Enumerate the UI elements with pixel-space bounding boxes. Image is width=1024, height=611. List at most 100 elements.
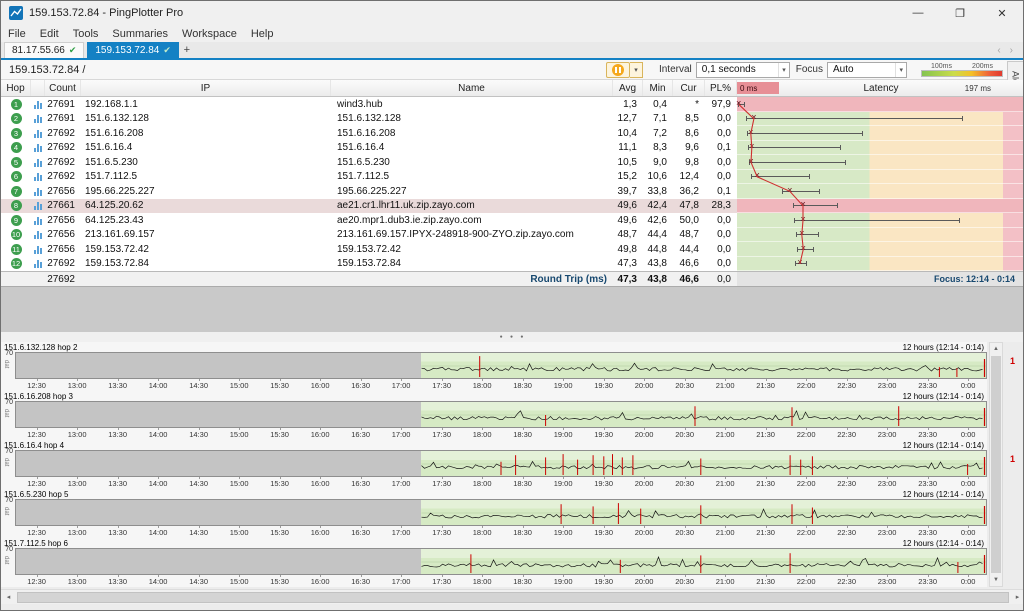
cur-cell: 8,5 <box>673 113 705 124</box>
time-label: 13:00 <box>68 528 87 537</box>
time-label: 20:30 <box>675 430 694 439</box>
scroll-up-icon[interactable]: ▲ <box>990 343 1002 355</box>
hop-row-5[interactable]: 527692151.6.5.230151.6.5.23010,59,09,80,… <box>1 155 1024 170</box>
tab-scroll-left-icon[interactable]: ‹ <box>997 45 1000 56</box>
col-header-cur[interactable]: Cur <box>673 80 705 96</box>
latency-avg-marker: ✕ <box>751 115 757 122</box>
min-cell: 9,0 <box>643 157 673 168</box>
time-label: 17:00 <box>392 381 411 390</box>
col-header-pl[interactable]: PL% <box>705 80 737 96</box>
hop-row-9[interactable]: 92765664.125.23.43ae20.mpr1.dub3.ie.zip.… <box>1 213 1024 228</box>
splitter-handle[interactable]: ● ● ● <box>1 332 1024 342</box>
new-tab-button[interactable]: + <box>179 42 195 58</box>
time-label: 16:30 <box>351 528 370 537</box>
timeline-time-axis: 12:3013:0013:3014:0014:3015:0015:3016:00… <box>15 575 987 586</box>
col-header-ip[interactable]: IP <box>81 80 331 96</box>
horizontal-scrollbar[interactable]: ◂ ▸ <box>1 589 1024 604</box>
tab-scroll-right-icon[interactable]: › <box>1010 45 1013 56</box>
menu-tools[interactable]: Tools <box>66 28 106 40</box>
cur-cell: 44,4 <box>673 244 705 255</box>
time-label: 14:00 <box>149 528 168 537</box>
menu-edit[interactable]: Edit <box>33 28 66 40</box>
scroll-right-icon[interactable]: ▸ <box>1010 593 1024 601</box>
min-cell: 8,3 <box>643 142 673 153</box>
tab-label: 159.153.72.84 <box>95 45 159 56</box>
hop-row-6[interactable]: 627692151.7.112.5151.7.112.515,210,612,4… <box>1 170 1024 185</box>
menu-workspace[interactable]: Workspace <box>175 28 244 40</box>
timeline-plot[interactable] <box>15 548 987 575</box>
col-header-name[interactable]: Name <box>331 80 613 96</box>
menu-summaries[interactable]: Summaries <box>105 28 175 40</box>
trace-table-body: 127691192.168.1.1wind3.hub1,30,4*97,9✕22… <box>1 97 1024 271</box>
timeline-toggle-cell[interactable] <box>31 129 45 138</box>
hop-row-3[interactable]: 327692151.6.16.208151.6.16.20810,47,28,6… <box>1 126 1024 141</box>
timeline-toggle-cell[interactable] <box>31 259 45 268</box>
hop-row-11[interactable]: 1127656159.153.72.42159.153.72.4249,844,… <box>1 242 1024 257</box>
timeline-plot[interactable] <box>15 401 987 428</box>
timeline-graph-header: 151.7.112.5 hop 612 hours (12:14 - 0:14) <box>1 538 987 548</box>
timeline-graph-3: 151.6.16.208 hop 312 hours (12:14 - 0:14… <box>1 391 987 440</box>
round-trip-summary-row[interactable]: 27692 Round Trip (ms) 47,3 43,8 46,6 0,0… <box>1 271 1024 286</box>
hop-number-badge: 11 <box>11 244 22 255</box>
hop-row-1[interactable]: 127691192.168.1.1wind3.hub1,30,4*97,9✕ <box>1 97 1024 112</box>
time-label: 14:30 <box>189 430 208 439</box>
timeline-toggle-cell[interactable] <box>31 143 45 152</box>
minimize-button[interactable]: — <box>897 1 939 25</box>
count-cell: 27661 <box>45 200 81 211</box>
latency-avg-marker: ✕ <box>800 216 806 223</box>
interval-select[interactable]: 0,1 seconds ▾ <box>696 62 790 78</box>
horizontal-scroll-thumb[interactable] <box>17 592 1009 603</box>
tab-81-17-55-66[interactable]: 81.17.55.66 ✔ <box>4 42 84 58</box>
hop-row-7[interactable]: 727656195.66.225.227195.66.225.22739,733… <box>1 184 1024 199</box>
menu-file[interactable]: File <box>1 28 33 40</box>
hop-row-8[interactable]: 82766164.125.20.62ae21.cr1.lhr11.uk.zip.… <box>1 199 1024 214</box>
timeline-toggle-cell[interactable] <box>31 230 45 239</box>
time-label: 22:00 <box>797 381 816 390</box>
name-cell: 195.66.225.227 <box>331 186 613 197</box>
timeline-vertical-scrollbar[interactable]: ▲ ▼ <box>989 342 1003 587</box>
col-header-hop[interactable]: Hop <box>1 80 31 96</box>
timeline-plot[interactable] <box>15 499 987 526</box>
timeline-toggle-cell[interactable] <box>31 201 45 210</box>
time-label: 20:30 <box>675 479 694 488</box>
hop-row-10[interactable]: 1027656213.161.69.157213.161.69.157.IPYX… <box>1 228 1024 243</box>
timeline-graph-label: 151.6.132.128 hop 2 <box>4 343 77 352</box>
pause-button[interactable] <box>606 62 630 78</box>
min-cell: 42,4 <box>643 200 673 211</box>
timeline-toggle-cell[interactable] <box>31 245 45 254</box>
time-label: 14:30 <box>189 528 208 537</box>
time-label: 20:30 <box>675 577 694 586</box>
maximize-button[interactable]: ❐ <box>939 1 981 25</box>
min-cell: 10,6 <box>643 171 673 182</box>
timeline-toggle-cell[interactable] <box>31 114 45 123</box>
bar-chart-icon <box>31 187 45 196</box>
col-header-count[interactable]: Count <box>45 80 81 96</box>
timeline-toggle-cell[interactable] <box>31 216 45 225</box>
count-cell: 27691 <box>45 99 81 110</box>
hop-row-2[interactable]: 227691151.6.132.128151.6.132.12812,77,18… <box>1 112 1024 127</box>
menu-help[interactable]: Help <box>244 28 281 40</box>
timeline-toggle-cell[interactable] <box>31 172 45 181</box>
col-header-avg[interactable]: Avg <box>613 80 643 96</box>
timeline-toggle-cell[interactable] <box>31 100 45 109</box>
hop-row-4[interactable]: 427692151.6.16.4151.6.16.411,18,39,60,1✕ <box>1 141 1024 156</box>
time-label: 21:00 <box>716 381 735 390</box>
bar-chart-icon <box>31 158 45 167</box>
time-label: 20:00 <box>635 528 654 537</box>
close-button[interactable]: ✕ <box>981 1 1023 25</box>
focus-select[interactable]: Auto ▾ <box>827 62 907 78</box>
scroll-left-icon[interactable]: ◂ <box>1 593 16 601</box>
timeline-toggle-cell[interactable] <box>31 158 45 167</box>
hop-row-12[interactable]: 1227692159.153.72.84159.153.72.8447,343,… <box>1 257 1024 272</box>
min-cell: 44,4 <box>643 229 673 240</box>
col-header-min[interactable]: Min <box>643 80 673 96</box>
timeline-plot[interactable] <box>15 450 987 477</box>
target-address[interactable]: 159.153.72.84 / <box>9 64 85 76</box>
cur-cell: 12,4 <box>673 171 705 182</box>
timeline-plot[interactable] <box>15 352 987 379</box>
vertical-scroll-thumb[interactable] <box>991 356 1001 573</box>
tab-159-153-72-84[interactable]: 159.153.72.84 ✔ <box>87 42 179 58</box>
timeline-toggle-cell[interactable] <box>31 187 45 196</box>
pause-dropdown-button[interactable]: ▾ <box>630 62 643 78</box>
scroll-down-icon[interactable]: ▼ <box>990 574 1002 586</box>
